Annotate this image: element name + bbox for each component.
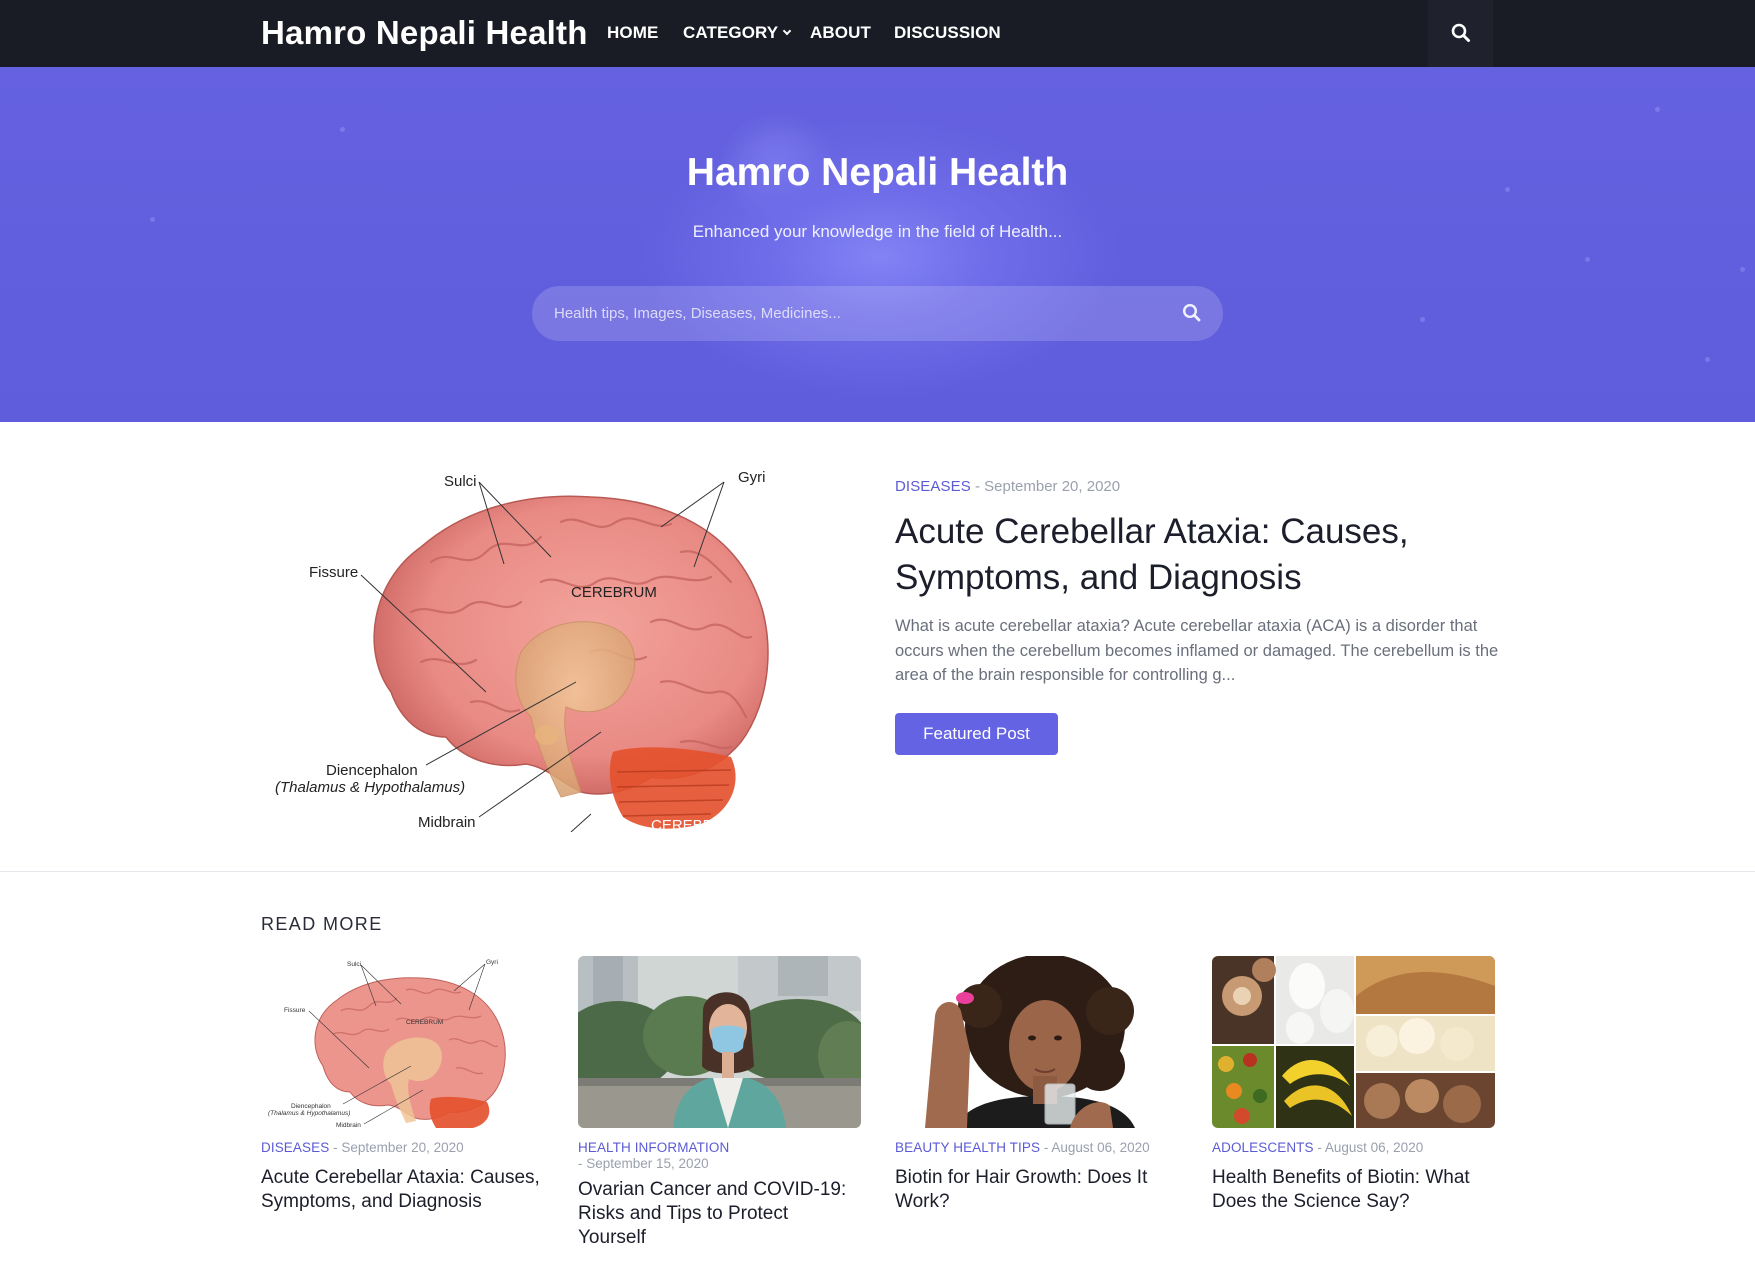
svg-text:Midbrain: Midbrain	[336, 1122, 361, 1128]
read-more-heading: READ MORE	[261, 914, 383, 934]
nav-about[interactable]: ABOUT	[810, 22, 871, 44]
svg-text:Gyri: Gyri	[486, 959, 498, 966]
nav-search-button[interactable]	[1428, 0, 1493, 67]
label-fissure: Fissure	[309, 564, 358, 581]
search-icon[interactable]	[1182, 303, 1202, 323]
card-date: - September 20, 2020	[329, 1140, 464, 1155]
label-cerebrum: CEREBRUM	[571, 584, 657, 601]
card-meta: HEALTH INFORMATION - September 15, 2020	[578, 1140, 861, 1172]
label-thalamus: (Thalamus & Hypothalamus)	[275, 779, 465, 796]
card-category[interactable]: BEAUTY HEALTH TIPS	[895, 1140, 1040, 1155]
card-category[interactable]: DISEASES	[261, 1140, 329, 1155]
card-image-woman-pill[interactable]	[895, 956, 1178, 1128]
label-cerebellum: CEREBELLUM	[651, 817, 753, 832]
card-title[interactable]: Ovarian Cancer and COVID-19: Risks and T…	[578, 1178, 861, 1250]
section-divider	[0, 871, 1755, 872]
card-image-woman-mask[interactable]	[578, 956, 861, 1128]
nav-home[interactable]: HOME	[607, 22, 658, 44]
featured-meta: DISEASES - September 20, 2020	[895, 477, 1120, 497]
featured-image-brain-diagram[interactable]: Sulci Gyri Fissure CEREBRUM Diencephalon…	[261, 452, 849, 832]
hero-subtitle: Enhanced your knowledge in the field of …	[692, 222, 1063, 241]
featured-date: - September 20, 2020	[970, 478, 1121, 495]
site-brand[interactable]: Hamro Nepali Health	[261, 14, 588, 52]
svg-text:CEREBRUM: CEREBRUM	[406, 1019, 443, 1026]
svg-text:Diencephalon: Diencephalon	[291, 1103, 331, 1110]
hero-title: Hamro Nepali Health	[686, 151, 1069, 194]
card-category[interactable]: HEALTH INFORMATION	[578, 1140, 729, 1155]
label-sulci: Sulci	[444, 473, 477, 490]
card-title[interactable]: Health Benefits of Biotin: What Does the…	[1212, 1166, 1495, 1214]
card-date: - September 15, 2020	[578, 1156, 709, 1171]
card-meta: DISEASES - September 20, 2020	[261, 1140, 544, 1156]
card-category[interactable]: ADOLESCENTS	[1212, 1140, 1314, 1155]
label-diencephalon: Diencephalon	[326, 762, 418, 779]
post-card[interactable]: ADOLESCENTS - August 06, 2020 Health Ben…	[1212, 956, 1495, 1214]
card-meta: ADOLESCENTS - August 06, 2020	[1212, 1140, 1495, 1156]
post-card[interactable]: Sulci Gyri Fissure CEREBRUM Diencephalon (…	[261, 956, 544, 1214]
nav-category[interactable]: CATEGORY	[683, 22, 792, 44]
card-meta: BEAUTY HEALTH TIPS - August 06, 2020	[895, 1140, 1178, 1156]
featured-category[interactable]: DISEASES	[895, 478, 971, 495]
nav-discussion[interactable]: DISCUSSION	[894, 22, 1001, 44]
featured-title[interactable]: Acute Cerebellar Ataxia: Causes, Symptom…	[895, 509, 1455, 601]
top-navbar: Hamro Nepali Health HOME CATEGORY ABOUT …	[0, 0, 1755, 67]
card-date: - August 06, 2020	[1313, 1140, 1424, 1155]
svg-text:(Thalamus & Hypothalamus): (Thalamus & Hypothalamus)	[268, 1110, 350, 1117]
svg-text:Fissure: Fissure	[284, 1007, 306, 1014]
card-image-brain[interactable]: Sulci Gyri Fissure CEREBRUM Diencephalon (…	[261, 956, 544, 1128]
label-midbrain: Midbrain	[418, 814, 476, 831]
card-title[interactable]: Acute Cerebellar Ataxia: Causes, Symptom…	[261, 1166, 544, 1214]
search-icon	[1451, 23, 1470, 42]
label-gyri: Gyri	[738, 469, 766, 486]
post-card[interactable]: HEALTH INFORMATION - September 15, 2020 O…	[578, 956, 861, 1250]
hero-banner: Hamro Nepali Health Enhanced your knowle…	[0, 67, 1755, 422]
post-card[interactable]: BEAUTY HEALTH TIPS - August 06, 2020 Bio…	[895, 956, 1178, 1214]
featured-post-button[interactable]: Featured Post	[895, 713, 1058, 755]
hero-search-input[interactable]	[554, 286, 1154, 341]
svg-text:Sulci: Sulci	[347, 961, 361, 968]
chevron-down-icon	[783, 26, 792, 36]
card-image-foods-collage[interactable]	[1212, 956, 1495, 1128]
featured-excerpt: What is acute cerebellar ataxia? Acute c…	[895, 617, 1499, 684]
card-date: - August 06, 2020	[1040, 1140, 1150, 1155]
hero-search-bar	[532, 286, 1223, 341]
card-title[interactable]: Biotin for Hair Growth: Does It Work?	[895, 1166, 1178, 1214]
